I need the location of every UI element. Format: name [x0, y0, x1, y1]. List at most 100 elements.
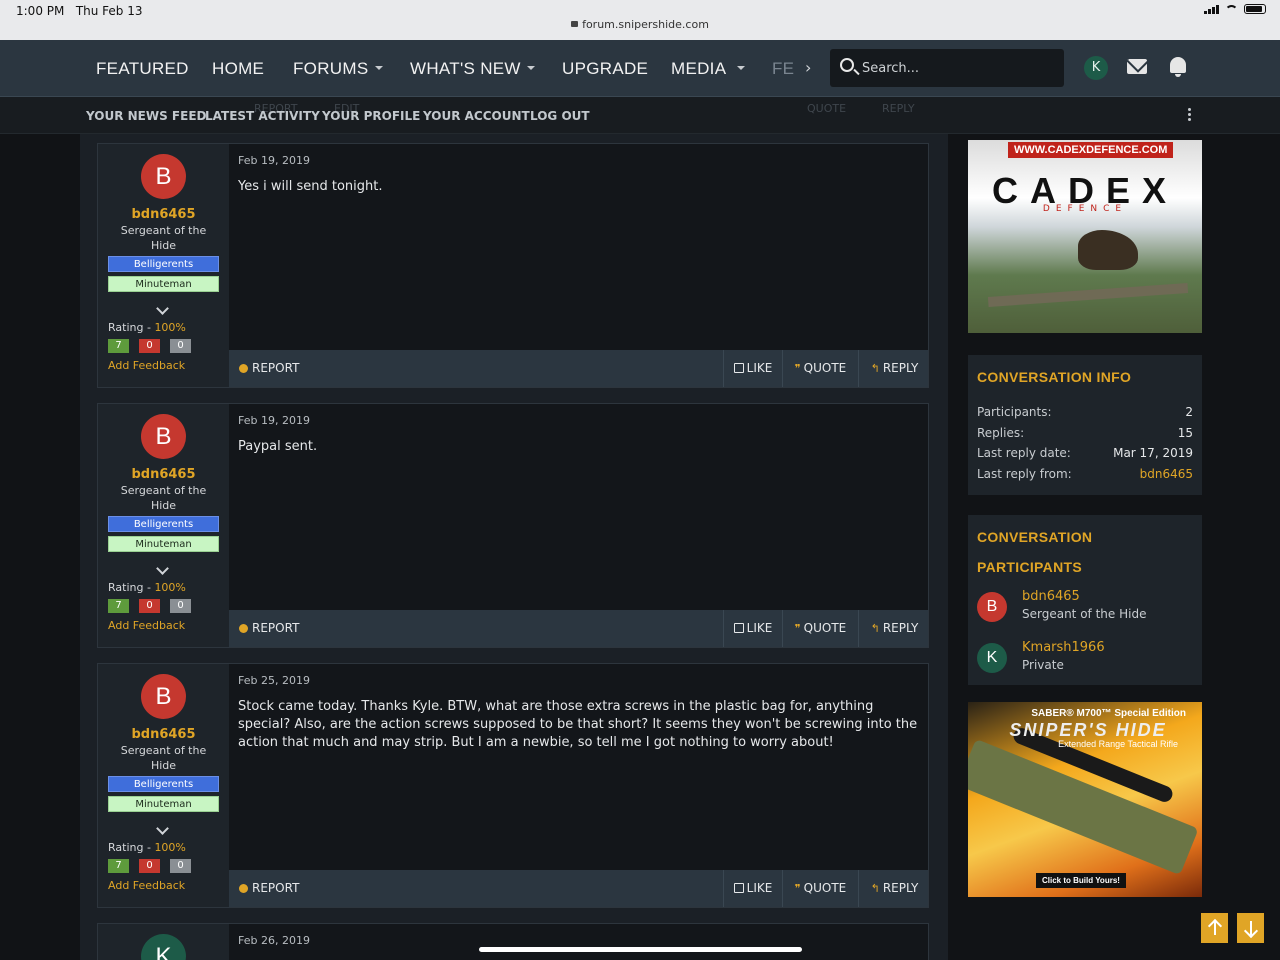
rifle-image [987, 283, 1189, 307]
more-options-icon[interactable] [1188, 108, 1191, 123]
cadex-advertisement[interactable]: WWW.CADEXDEFENCE.COM CADEX DEFENCE [968, 140, 1202, 333]
avatar[interactable]: K [977, 643, 1007, 673]
info-row: Replies: 15 [977, 426, 1193, 440]
saber-advertisement[interactable]: SABER® M700™ Special Edition SNIPER'S HI… [968, 702, 1202, 897]
user-info: B bdn6465 Sergeant of the Hide Belligere… [98, 664, 229, 907]
feedback-negative[interactable]: 0 [139, 339, 160, 353]
info-row: Participants: 2 [977, 405, 1193, 419]
avatar[interactable]: K [141, 934, 186, 960]
like-button[interactable]: LIKE [723, 870, 782, 907]
participant-name[interactable]: Kmarsh1966 [1022, 640, 1105, 655]
scroll-down-button[interactable] [1237, 913, 1264, 943]
chevron-down-icon[interactable] [527, 66, 535, 70]
ad-cta-button[interactable]: Click to Build Yours! [1036, 873, 1126, 888]
chevron-down-icon[interactable] [737, 66, 745, 70]
feedback-neutral[interactable]: 0 [170, 599, 191, 613]
search-input[interactable] [862, 58, 1052, 78]
post-date[interactable]: Feb 19, 2019 [238, 414, 310, 427]
report-button[interactable]: REPORT [239, 621, 299, 635]
nav-media[interactable]: MEDIA [671, 59, 726, 79]
wifi-icon [1225, 4, 1238, 14]
reply-button[interactable]: ↰ REPLY [858, 610, 930, 647]
reply-button[interactable]: ↰ REPLY [858, 870, 930, 907]
chevron-right-icon[interactable]: › [805, 58, 811, 77]
user-title: Sergeant of the Hide [120, 224, 207, 252]
username-link[interactable]: bdn6465 [98, 727, 229, 742]
message-body: Yes i will send tonight. [238, 179, 383, 194]
ad-url: WWW.CADEXDEFENCE.COM [1008, 142, 1174, 158]
report-icon [239, 884, 248, 893]
reply-icon: ↰ [870, 362, 880, 375]
participant-item[interactable]: B bdn6465 Sergeant of the Hide [977, 589, 1193, 625]
participant-title: Sergeant of the Hide [1022, 607, 1147, 621]
quote-button[interactable]: ❞ QUOTE [782, 350, 858, 387]
ad-line2: SNIPER'S HIDE [1009, 720, 1167, 740]
add-feedback-link[interactable]: Add Feedback [108, 359, 185, 372]
post-date[interactable]: Feb 25, 2019 [238, 674, 310, 687]
report-button[interactable]: REPORT [239, 361, 299, 375]
user-info: K [98, 924, 229, 960]
search-box[interactable] [830, 49, 1064, 87]
report-icon [239, 364, 248, 373]
home-indicator[interactable] [479, 947, 802, 952]
report-button[interactable]: REPORT [239, 881, 299, 895]
chevron-down-icon[interactable] [375, 66, 383, 70]
signal-icon [1204, 4, 1219, 14]
avatar[interactable]: B [141, 154, 186, 199]
feedback-neutral[interactable]: 0 [170, 859, 191, 873]
message-post: B bdn6465 Sergeant of the Hide Belligere… [97, 143, 929, 388]
nav-upgrade[interactable]: UPGRADE [562, 59, 648, 79]
quote-button[interactable]: ❞ QUOTE [782, 610, 858, 647]
feedback-positive[interactable]: 7 [108, 599, 129, 613]
last-reply-user-link[interactable]: bdn6465 [1140, 467, 1193, 481]
expand-user-icon[interactable] [156, 562, 169, 575]
subnav-your-account[interactable]: YOUR ACCOUNT [423, 109, 530, 123]
avatar[interactable]: B [977, 592, 1007, 622]
user-avatar[interactable]: K [1084, 56, 1108, 80]
scroll-up-button[interactable] [1201, 913, 1228, 943]
top-navigation: FEATURED HOME FORUMS WHAT'S NEW UPGRADE … [0, 40, 1280, 97]
like-button[interactable]: LIKE [723, 610, 782, 647]
user-banner-minuteman: Minuteman [108, 276, 219, 292]
add-feedback-link[interactable]: Add Feedback [108, 619, 185, 632]
username-link[interactable]: bdn6465 [98, 467, 229, 482]
participant-item[interactable]: K Kmarsh1966 Private [977, 640, 1193, 676]
feedback-negative[interactable]: 0 [139, 859, 160, 873]
subnav-log-out[interactable]: LOG OUT [530, 109, 590, 123]
nav-overflow-item[interactable]: FE [772, 59, 794, 79]
username-link[interactable]: bdn6465 [98, 207, 229, 222]
participant-name[interactable]: bdn6465 [1022, 589, 1080, 604]
feedback-positive[interactable]: 7 [108, 339, 129, 353]
feedback-positive[interactable]: 7 [108, 859, 129, 873]
mail-icon[interactable] [1127, 59, 1147, 74]
info-row: Last reply date: Mar 17, 2019 [977, 446, 1193, 460]
post-date[interactable]: Feb 26, 2019 [238, 934, 310, 947]
feedback-neutral[interactable]: 0 [170, 339, 191, 353]
add-feedback-link[interactable]: Add Feedback [108, 879, 185, 892]
subnav-latest-activity[interactable]: LATEST ACTIVITY [205, 109, 320, 123]
avatar[interactable]: B [141, 674, 186, 719]
nav-home[interactable]: HOME [212, 59, 264, 79]
subnav-your-profile[interactable]: YOUR PROFILE [322, 109, 420, 123]
reply-icon: ↰ [870, 622, 880, 635]
sub-navigation: REPORT EDIT QUOTE REPLY YOUR NEWS FEED L… [0, 97, 1280, 134]
quote-button[interactable]: ❞ QUOTE [782, 870, 858, 907]
expand-user-icon[interactable] [156, 822, 169, 835]
bell-icon[interactable] [1170, 57, 1186, 77]
subnav-news-feed[interactable]: YOUR NEWS FEED [86, 109, 206, 123]
address-bar[interactable]: forum.snipershide.com [0, 18, 1280, 31]
nav-whats-new[interactable]: WHAT'S NEW [410, 59, 521, 79]
participant-title: Private [1022, 658, 1064, 672]
expand-user-icon[interactable] [156, 302, 169, 315]
user-banner-belligerents: Belligerents [108, 256, 219, 272]
user-banner-minuteman: Minuteman [108, 796, 219, 812]
like-button[interactable]: LIKE [723, 350, 782, 387]
conversation-participants-panel: CONVERSATION PARTICIPANTS B bdn6465 Serg… [968, 515, 1202, 685]
avatar[interactable]: B [141, 414, 186, 459]
nav-forums[interactable]: FORUMS [293, 59, 368, 79]
nav-featured[interactable]: FEATURED [96, 59, 189, 79]
post-date[interactable]: Feb 19, 2019 [238, 154, 310, 167]
user-rating: Rating - 100% [108, 581, 186, 594]
reply-button[interactable]: ↰ REPLY [858, 350, 930, 387]
feedback-negative[interactable]: 0 [139, 599, 160, 613]
